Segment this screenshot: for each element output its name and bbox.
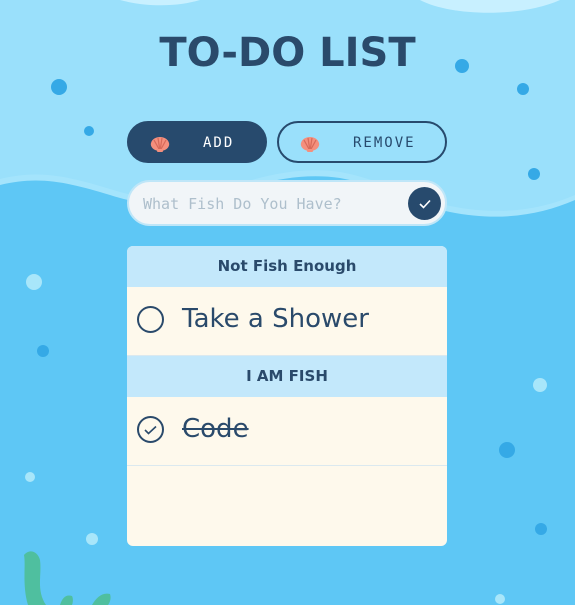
task-text: Take a Shower bbox=[182, 304, 369, 334]
remove-button[interactable]: REMOVE bbox=[277, 121, 447, 163]
remove-button-label: REMOVE bbox=[353, 135, 416, 151]
seashell-icon bbox=[150, 137, 170, 152]
page-title: TO-DO LIST bbox=[159, 30, 416, 76]
seashell-icon bbox=[300, 137, 320, 152]
task-input-container bbox=[127, 180, 447, 226]
section-header-done: I AM FISH bbox=[127, 356, 447, 397]
task-text: Code bbox=[182, 414, 249, 444]
add-button-label: ADD bbox=[203, 135, 235, 151]
list-item[interactable]: Take a Shower bbox=[127, 287, 447, 356]
add-button[interactable]: ADD bbox=[127, 121, 267, 163]
task-checkbox[interactable] bbox=[137, 306, 164, 333]
todo-list: Not Fish Enough Take a Shower I AM FISH … bbox=[127, 246, 447, 546]
task-checkbox[interactable] bbox=[137, 416, 164, 443]
list-item[interactable]: Code bbox=[127, 397, 447, 466]
submit-button[interactable] bbox=[408, 187, 441, 220]
checkmark-icon bbox=[418, 199, 431, 209]
checkmark-icon bbox=[144, 425, 157, 435]
task-input[interactable] bbox=[141, 182, 405, 226]
section-header-pending: Not Fish Enough bbox=[127, 246, 447, 287]
